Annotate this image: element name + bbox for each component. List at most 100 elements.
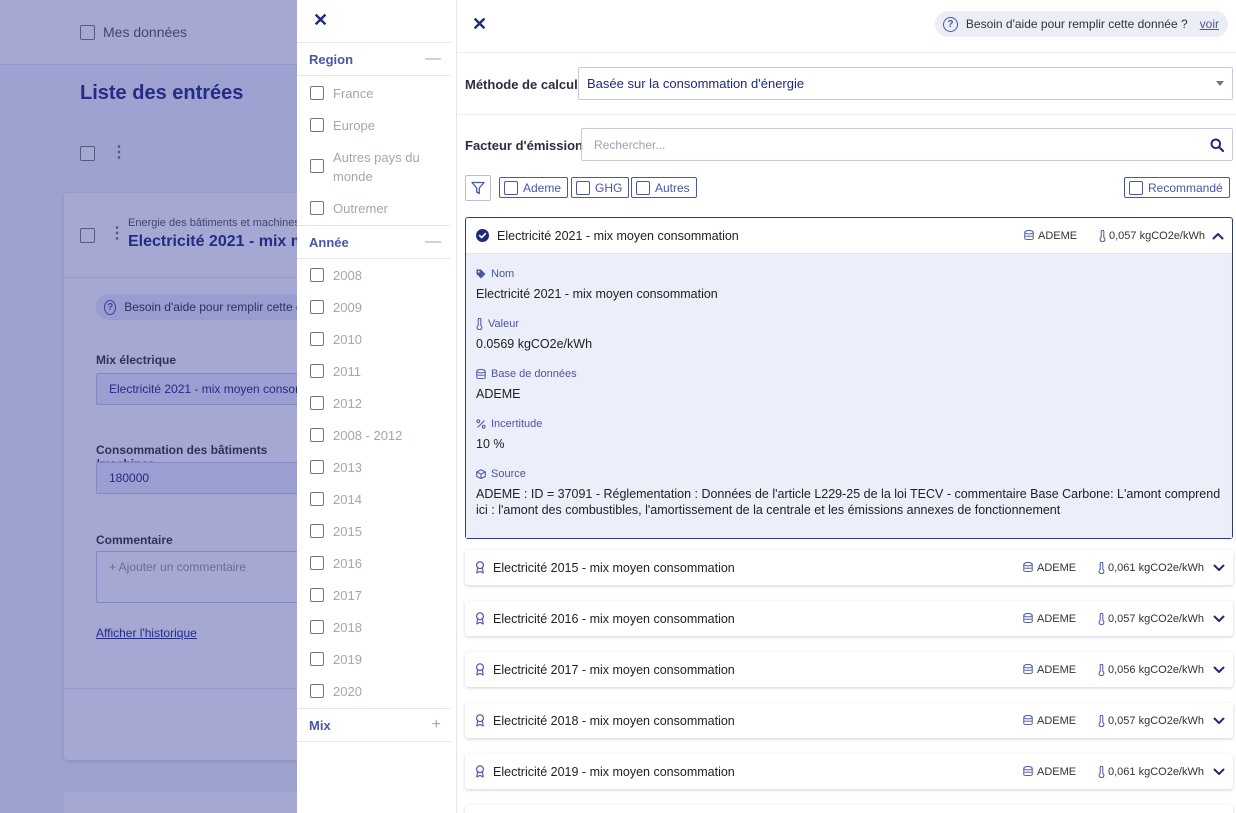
entry-header[interactable]: Electricité 2017 - mix moyen consommatio…: [465, 652, 1233, 687]
filter-year-item[interactable]: 2008 - 2012: [310, 426, 445, 445]
emission-factor-item[interactable]: Electricité 2016 - mix moyen consommatio…: [465, 601, 1233, 636]
label-text: Source: [491, 468, 526, 480]
checkbox[interactable]: [310, 524, 324, 538]
filter-year-item[interactable]: 2017: [310, 586, 445, 605]
close-panel-icon[interactable]: ✕: [472, 14, 487, 35]
entry-value: 0,061 kgCO2e/kWh: [1098, 550, 1204, 585]
region-title: Region: [309, 51, 354, 67]
filter-year-item[interactable]: 2009: [310, 298, 445, 317]
annee-section-header[interactable]: Année —: [297, 225, 451, 259]
emission-factor-item[interactable]: Electricité 2017 - mix moyen consommatio…: [465, 652, 1233, 687]
checkbox[interactable]: [310, 620, 324, 634]
expand-icon[interactable]: +: [432, 716, 441, 734]
entry-value-label: 0,057 kgCO2e/kWh: [1108, 612, 1204, 625]
checkbox[interactable]: [310, 396, 324, 410]
emission-factor-item[interactable]: Electricité 2015 - mix moyen consommatio…: [465, 550, 1233, 585]
entry-db: ADEME: [1023, 601, 1076, 636]
search-icon[interactable]: [1210, 138, 1224, 152]
entry-header[interactable]: Electricité 2018 - mix moyen consommatio…: [465, 703, 1233, 738]
filter-region-item[interactable]: Europe: [310, 116, 445, 135]
filter-year-item[interactable]: 2014: [310, 490, 445, 509]
filter-region-item[interactable]: Outremer: [310, 199, 445, 218]
checkbox[interactable]: [310, 556, 324, 570]
collapse-icon[interactable]: —: [425, 50, 441, 68]
filter-label: 2008: [333, 268, 362, 283]
filter-year-item[interactable]: 2020: [310, 682, 445, 701]
source-value: ADEME : ID = 37091 - Réglementation : Do…: [476, 487, 1221, 517]
checkbox[interactable]: [310, 201, 324, 215]
checkbox[interactable]: [310, 492, 324, 506]
chip-label: Ademe: [523, 180, 562, 195]
chevron-down-icon[interactable]: [1213, 652, 1225, 687]
filter-button[interactable]: [465, 175, 491, 201]
selected-emission-factor[interactable]: Electricité 2021 - mix moyen consommatio…: [465, 217, 1233, 539]
filter-year-item[interactable]: 2010: [310, 330, 445, 349]
checkbox[interactable]: [310, 118, 324, 132]
region-section-header[interactable]: Region —: [297, 42, 451, 76]
filter-label: 2017: [333, 588, 362, 603]
filter-label: 2019: [333, 652, 362, 667]
checkbox[interactable]: [310, 684, 324, 698]
filter-label: 2008 - 2012: [333, 428, 403, 443]
collapse-icon[interactable]: —: [425, 233, 441, 251]
entry-header[interactable]: Electricité 2021 - mix moyen consommatio…: [466, 218, 1232, 253]
checkbox[interactable]: [310, 652, 324, 666]
filter-year-item[interactable]: 2013: [310, 458, 445, 477]
entry-db: ADEME: [1023, 550, 1076, 585]
methode-select[interactable]: Basée sur la consommation d'énergie: [578, 67, 1233, 100]
emission-factor-item[interactable]: Electricité 2018 - mix moyen consommatio…: [465, 703, 1233, 738]
checkbox[interactable]: [310, 332, 324, 346]
entry-name: Electricité 2015 - mix moyen consommatio…: [493, 560, 735, 575]
database-icon: [1023, 664, 1033, 675]
filter-region-item[interactable]: France: [310, 84, 445, 103]
checkbox[interactable]: [504, 180, 518, 195]
chip-ademe[interactable]: Ademe: [499, 177, 569, 198]
emission-factor-item[interactable]: [465, 805, 1233, 813]
chevron-down-icon[interactable]: [1213, 601, 1225, 636]
checkbox[interactable]: [310, 364, 324, 378]
chevron-down-icon: [1216, 81, 1224, 86]
filter-year-item[interactable]: 2012: [310, 394, 445, 413]
filter-region-item[interactable]: Autres pays du monde: [310, 148, 445, 186]
mix-section-header[interactable]: Mix +: [297, 708, 451, 742]
checkbox[interactable]: [310, 460, 324, 474]
filter-year-item[interactable]: 2015: [310, 522, 445, 541]
checkbox[interactable]: [310, 300, 324, 314]
checkbox[interactable]: [310, 86, 324, 100]
chevron-down-icon[interactable]: [1213, 754, 1225, 789]
entry-header[interactable]: Electricité 2016 - mix moyen consommatio…: [465, 601, 1233, 636]
chip-ghg[interactable]: GHG: [571, 177, 630, 198]
filter-year-item[interactable]: 2008: [310, 266, 445, 285]
checkbox[interactable]: [1129, 180, 1143, 195]
chip-autres[interactable]: Autres: [631, 177, 697, 198]
checkbox[interactable]: [310, 428, 324, 442]
entry-db-label: ADEME: [1037, 765, 1077, 778]
filter-year-item[interactable]: 2018: [310, 618, 445, 637]
nom-value: Electricité 2021 - mix moyen consommatio…: [476, 287, 718, 301]
entry-header[interactable]: Electricité 2015 - mix moyen consommatio…: [465, 550, 1233, 585]
base-value: ADEME: [476, 387, 521, 401]
database-icon: [1023, 766, 1033, 777]
filter-label: Autres pays du monde: [333, 150, 420, 184]
emission-factor-item[interactable]: Electricité 2019 - mix moyen consommatio…: [465, 754, 1233, 789]
chip-recommande[interactable]: Recommandé: [1124, 177, 1230, 198]
close-filters-icon[interactable]: ✕: [313, 10, 328, 31]
thermometer-icon: [1098, 714, 1105, 727]
checkbox[interactable]: [310, 159, 324, 173]
chevron-down-icon[interactable]: [1213, 703, 1225, 738]
filter-year-item[interactable]: 2019: [310, 650, 445, 669]
checkbox[interactable]: [310, 588, 324, 602]
entry-value: 0,056 kgCO2e/kWh: [1098, 652, 1204, 687]
search-input[interactable]: [594, 137, 1174, 152]
filter-year-item[interactable]: 2016: [310, 554, 445, 573]
filter-label: 2014: [333, 492, 362, 507]
checkbox[interactable]: [636, 180, 650, 195]
entry-header[interactable]: Electricité 2019 - mix moyen consommatio…: [465, 754, 1233, 789]
filter-year-item[interactable]: 2011: [310, 362, 445, 381]
help-link[interactable]: voir: [1200, 17, 1219, 31]
checkbox[interactable]: [310, 268, 324, 282]
checkbox[interactable]: [576, 180, 590, 195]
chevron-down-icon[interactable]: [1213, 550, 1225, 585]
chevron-up-icon[interactable]: [1212, 218, 1224, 253]
check-circle-icon: [476, 229, 489, 242]
